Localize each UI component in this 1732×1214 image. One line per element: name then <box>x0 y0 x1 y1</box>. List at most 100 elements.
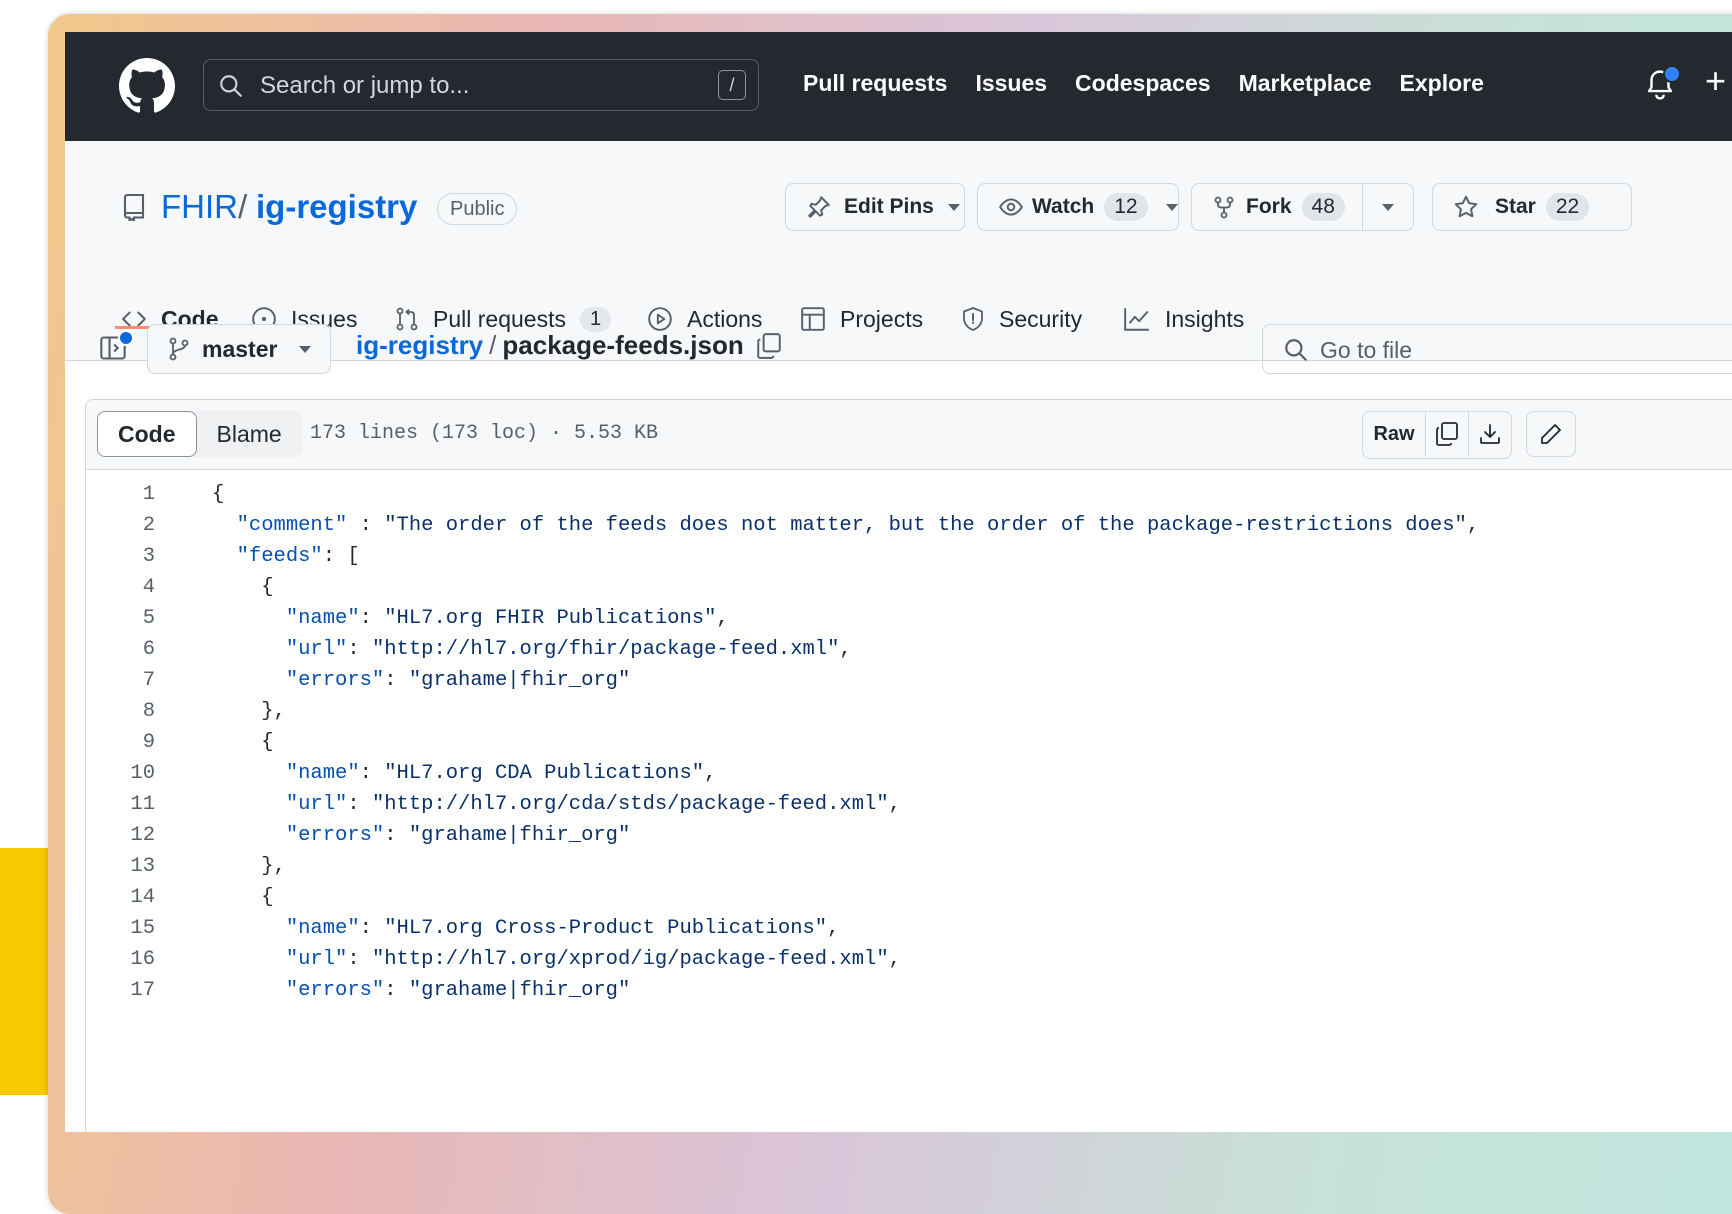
line-number[interactable]: 6 <box>86 634 155 665</box>
view-code-button[interactable]: Code <box>97 411 197 457</box>
code-line: 10 "name": "HL7.org CDA Publications", <box>86 758 1732 789</box>
code-line: 13 }, <box>86 851 1732 882</box>
pin-icon <box>808 196 830 218</box>
code-line: 3 "feeds": [ <box>86 541 1732 572</box>
code-line: 16 "url": "http://hl7.org/xprod/ig/packa… <box>86 944 1732 975</box>
tab-security[interactable]: Security <box>961 279 1082 359</box>
branch-selector[interactable]: master <box>147 324 331 374</box>
line-number[interactable]: 5 <box>86 603 155 634</box>
code-line: 7 "errors": "grahame|fhir_org" <box>86 665 1732 696</box>
line-content: { <box>212 483 225 506</box>
copy-path-icon[interactable] <box>756 332 782 360</box>
line-number[interactable]: 17 <box>86 975 155 1006</box>
edit-pins-label: Edit Pins <box>844 195 934 218</box>
watch-button[interactable]: Watch 12 <box>977 183 1179 231</box>
line-content: "comment" : "The order of the feeds does… <box>236 514 1480 537</box>
line-content: "name": "HL7.org FHIR Publications", <box>285 607 729 630</box>
repo-path-separator: / <box>238 188 248 225</box>
search-placeholder: Search or jump to... <box>260 72 470 99</box>
github-logo-icon[interactable] <box>119 58 175 114</box>
line-content: }, <box>212 855 286 878</box>
line-number[interactable]: 2 <box>86 510 155 541</box>
tab-projects-label: Projects <box>840 305 924 332</box>
code-viewer: Code Blame 173 lines (173 loc) · 5.53 KB… <box>85 399 1732 1132</box>
watch-count: 12 <box>1104 193 1148 221</box>
chevron-down-icon <box>947 203 960 211</box>
file-meta: 173 lines (173 loc) · 5.53 KB <box>310 422 659 445</box>
line-content: "feeds": [ <box>236 545 360 568</box>
code-line: 11 "url": "http://hl7.org/cda/stds/packa… <box>86 789 1732 820</box>
watch-label: Watch <box>1032 195 1095 218</box>
line-number[interactable]: 13 <box>86 851 155 882</box>
fork-divider <box>1362 184 1363 230</box>
repo-owner-link[interactable]: FHIR <box>161 188 238 226</box>
code-line: 9 { <box>86 727 1732 758</box>
breadcrumb: ig-registry / package-feeds.json <box>356 330 744 361</box>
fork-label: Fork <box>1246 195 1292 218</box>
edit-file-button[interactable] <box>1526 411 1576 457</box>
notification-indicator <box>1663 65 1681 83</box>
global-nav: Pull requests Issues Codespaces Marketpl… <box>803 70 1512 97</box>
breadcrumb-separator: / <box>489 330 497 360</box>
code-line: 14 { <box>86 882 1732 913</box>
line-number[interactable]: 14 <box>86 882 155 913</box>
code-line: 4 { <box>86 572 1732 603</box>
tab-projects[interactable]: Projects <box>800 279 923 359</box>
tab-insights[interactable]: Insights <box>1123 279 1244 359</box>
line-number[interactable]: 10 <box>86 758 155 789</box>
fork-count: 48 <box>1301 193 1345 221</box>
chevron-down-icon[interactable] <box>1382 204 1394 211</box>
download-button[interactable] <box>1469 412 1511 456</box>
star-icon <box>1454 195 1478 218</box>
copy-raw-button[interactable] <box>1426 412 1469 456</box>
line-number[interactable]: 3 <box>86 541 155 572</box>
repo-name-link[interactable]: ig-registry <box>256 188 417 226</box>
nav-pull-requests[interactable]: Pull requests <box>803 70 947 97</box>
line-content: "url": "http://hl7.org/cda/stds/package-… <box>285 793 901 816</box>
line-content: }, <box>212 700 286 723</box>
star-button[interactable]: Star 22 <box>1432 183 1632 231</box>
line-content: "url": "http://hl7.org/xprod/ig/package-… <box>285 948 901 971</box>
code-line: 12 "errors": "grahame|fhir_org" <box>86 820 1732 851</box>
edit-pins-button[interactable]: Edit Pins <box>785 183 965 231</box>
pencil-icon <box>1541 424 1561 444</box>
fork-button[interactable]: Fork 48 <box>1191 183 1414 231</box>
line-number[interactable]: 8 <box>86 696 155 727</box>
line-number[interactable]: 9 <box>86 727 155 758</box>
create-new-plus-icon[interactable]: + <box>1705 60 1726 102</box>
line-number[interactable]: 16 <box>86 944 155 975</box>
file-tree-indicator <box>118 330 134 346</box>
code-viewer-header: Code Blame 173 lines (173 loc) · 5.53 KB… <box>86 400 1732 470</box>
view-blame-button[interactable]: Blame <box>197 411 302 457</box>
line-number[interactable]: 4 <box>86 572 155 603</box>
nav-codespaces[interactable]: Codespaces <box>1075 70 1211 97</box>
global-header: Search or jump to... / Pull requests Iss… <box>65 32 1732 141</box>
tab-security-label: Security <box>999 305 1083 332</box>
go-to-file-placeholder: Go to file <box>1320 337 1413 363</box>
nav-marketplace[interactable]: Marketplace <box>1239 70 1372 97</box>
raw-button[interactable]: Raw <box>1363 412 1426 456</box>
download-icon <box>1480 424 1500 444</box>
global-search-input[interactable]: Search or jump to... / <box>203 59 759 111</box>
line-number[interactable]: 1 <box>86 479 155 510</box>
line-number[interactable]: 15 <box>86 913 155 944</box>
search-icon <box>1285 339 1307 361</box>
line-content: "name": "HL7.org CDA Publications", <box>285 762 717 785</box>
code-line: 8 }, <box>86 696 1732 727</box>
play-circle-icon <box>648 307 672 331</box>
go-to-file-input[interactable]: Go to file <box>1262 324 1732 374</box>
code-line: 2 "comment" : "The order of the feeds do… <box>86 510 1732 541</box>
nav-issues[interactable]: Issues <box>975 70 1047 97</box>
line-number[interactable]: 11 <box>86 789 155 820</box>
browser-window: Search or jump to... / Pull requests Iss… <box>65 32 1732 1132</box>
chevron-down-icon <box>299 345 312 353</box>
line-number[interactable]: 12 <box>86 820 155 851</box>
file-actions: Raw <box>1362 411 1512 459</box>
star-count: 22 <box>1545 193 1590 221</box>
code-line: 17 "errors": "grahame|fhir_org" <box>86 975 1732 1006</box>
line-number[interactable]: 7 <box>86 665 155 696</box>
line-content: "errors": "grahame|fhir_org" <box>285 824 631 847</box>
nav-explore[interactable]: Explore <box>1400 70 1484 97</box>
pull-request-icon <box>396 307 418 331</box>
breadcrumb-repo-link[interactable]: ig-registry <box>356 330 483 360</box>
